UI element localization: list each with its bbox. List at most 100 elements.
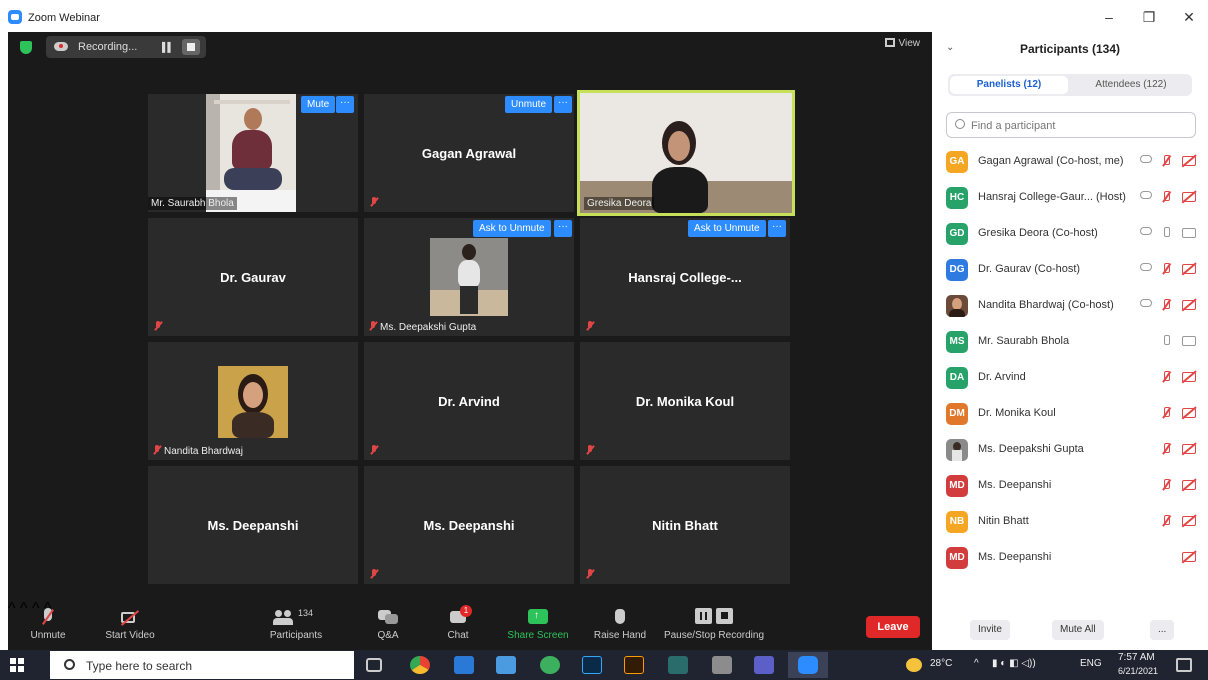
close-window-button[interactable]: ✕: [1174, 6, 1204, 28]
security-shield-icon[interactable]: [20, 41, 32, 54]
pause-recording-icon[interactable]: ▌▌: [162, 42, 174, 52]
taskbar-search-input[interactable]: Type here to search: [50, 651, 354, 679]
video-off-icon[interactable]: [1182, 408, 1196, 418]
video-tile-nitin[interactable]: Nitin Bhatt: [580, 466, 790, 584]
video-off-icon[interactable]: [1182, 480, 1196, 490]
mic-icon[interactable]: [1162, 335, 1170, 348]
participant-row[interactable]: MS Mr. Saurabh Bhola: [932, 324, 1208, 360]
tile-more-button[interactable]: ···: [768, 220, 786, 237]
chat-button[interactable]: 1 Chat: [418, 604, 498, 648]
video-tile-deepakshi[interactable]: Ms. Deepakshi Gupta Ask to Unmute ···: [364, 218, 574, 336]
video-off-icon[interactable]: [1182, 300, 1196, 310]
zoom-taskbar-active[interactable]: [788, 652, 828, 678]
video-tile-deepanshi-2[interactable]: Ms. Deepanshi: [364, 466, 574, 584]
video-off-icon[interactable]: [1182, 552, 1196, 562]
video-tile-gresika-active[interactable]: Gresika Deora: [577, 90, 795, 216]
muted-mic-icon[interactable]: [1162, 479, 1170, 492]
participant-row[interactable]: GA Gagan Agrawal (Co-host, me): [932, 144, 1208, 180]
muted-mic-icon[interactable]: [1162, 515, 1170, 528]
find-participant-input[interactable]: Find a participant: [946, 112, 1196, 138]
unmute-participant-button[interactable]: Unmute: [505, 96, 553, 113]
tray-system-icons[interactable]: ▮ ◐ ◧ ◁)): [992, 658, 1036, 669]
tab-panelists[interactable]: Panelists (12): [950, 76, 1068, 94]
muted-mic-icon[interactable]: [1162, 155, 1170, 168]
video-off-icon[interactable]: [1182, 516, 1196, 526]
start-video-button[interactable]: Start Video: [90, 604, 170, 648]
mute-participant-button[interactable]: Mute: [301, 96, 336, 113]
mute-all-button[interactable]: Mute All: [1052, 620, 1104, 640]
ask-to-unmute-button[interactable]: Ask to Unmute: [688, 220, 766, 237]
restore-button[interactable]: ❐: [1134, 6, 1164, 28]
participants-button[interactable]: 134 Participants: [256, 604, 336, 648]
teams-icon[interactable]: [754, 656, 774, 674]
notifications-icon[interactable]: [1176, 658, 1192, 672]
edge-icon[interactable]: [454, 656, 474, 674]
tile-more-button[interactable]: ···: [554, 96, 572, 113]
participant-row[interactable]: DA Dr. Arvind: [932, 360, 1208, 396]
illustrator-icon[interactable]: [624, 656, 644, 674]
windows-start-icon[interactable]: [10, 658, 24, 672]
participant-row[interactable]: GD Gresika Deora (Co-host): [932, 216, 1208, 252]
participant-row[interactable]: MD Ms. Deepanshi: [932, 540, 1208, 576]
task-view-icon[interactable]: [366, 658, 382, 672]
participant-row[interactable]: Nandita Bhardwaj (Co-host): [932, 288, 1208, 324]
participant-row[interactable]: Ms. Deepakshi Gupta: [932, 432, 1208, 468]
participant-row[interactable]: HC Hansraj College-Gaur... (Host): [932, 180, 1208, 216]
tile-more-button[interactable]: ···: [336, 96, 354, 113]
muted-mic-icon[interactable]: [1162, 263, 1170, 276]
video-tile-gaurav[interactable]: Dr. Gaurav: [148, 218, 358, 336]
app-gray-icon[interactable]: [712, 656, 732, 674]
video-icon[interactable]: [1182, 228, 1196, 238]
muted-mic-icon[interactable]: [1162, 407, 1170, 420]
unmute-button[interactable]: Unmute: [8, 604, 88, 648]
participant-row[interactable]: NB Nitin Bhatt: [932, 504, 1208, 540]
clock-date[interactable]: 6/21/2021: [1118, 666, 1158, 676]
panel-more-button[interactable]: ...: [1150, 620, 1175, 640]
video-icon[interactable]: [1182, 336, 1196, 346]
video-off-icon[interactable]: [1182, 192, 1196, 202]
muted-mic-icon[interactable]: [1162, 299, 1170, 312]
invite-button[interactable]: Invite: [970, 620, 1010, 640]
tile-caption: Nandita Bhardwaj: [150, 444, 246, 458]
muted-mic-icon[interactable]: [1162, 191, 1170, 204]
weather-icon[interactable]: [906, 658, 922, 672]
video-tile-gagan[interactable]: Gagan Agrawal Unmute ···: [364, 94, 574, 212]
video-tile-hansraj[interactable]: Hansraj College-... Ask to Unmute ···: [580, 218, 790, 336]
view-button[interactable]: View: [884, 38, 920, 49]
mic-icon[interactable]: [1162, 227, 1170, 240]
language-indicator[interactable]: ENG: [1080, 658, 1102, 669]
video-off-icon[interactable]: [1182, 372, 1196, 382]
pause-stop-recording-button[interactable]: Pause/Stop Recording: [662, 604, 766, 648]
photoshop-icon[interactable]: [582, 656, 602, 674]
video-tile-nandita[interactable]: Nandita Bhardwaj: [148, 342, 358, 460]
video-tile-monika[interactable]: Dr. Monika Koul: [580, 342, 790, 460]
app-teal-icon[interactable]: [668, 656, 688, 674]
video-off-icon[interactable]: [1182, 264, 1196, 274]
tab-attendees[interactable]: Attendees (122): [1072, 76, 1190, 94]
video-tile-arvind[interactable]: Dr. Arvind: [364, 342, 574, 460]
ask-to-unmute-button[interactable]: Ask to Unmute: [473, 220, 551, 237]
mail-icon[interactable]: [496, 656, 516, 674]
video-tile-deepanshi[interactable]: Ms. Deepanshi: [148, 466, 358, 584]
muted-mic-icon[interactable]: [1162, 443, 1170, 456]
participant-row[interactable]: MD Ms. Deepanshi: [932, 468, 1208, 504]
avatar: HC: [946, 187, 968, 209]
tray-chevron-icon[interactable]: ^: [974, 658, 979, 669]
qa-button[interactable]: Q&A: [348, 604, 428, 648]
minimize-button[interactable]: –: [1094, 6, 1124, 28]
tile-more-button[interactable]: ···: [554, 220, 572, 237]
share-screen-button[interactable]: ↑ Share Screen: [498, 604, 578, 648]
app-green-icon[interactable]: [540, 656, 560, 674]
cloud-icon: [1140, 191, 1152, 199]
stop-recording-button[interactable]: [182, 39, 200, 55]
clock-time[interactable]: 7:57 AM: [1118, 652, 1155, 663]
video-tile-saurabh[interactable]: Mr. Saurabh Bhola Mute ···: [148, 94, 358, 212]
raise-hand-button[interactable]: Raise Hand: [580, 604, 660, 648]
video-off-icon[interactable]: [1182, 156, 1196, 166]
participant-row[interactable]: DM Dr. Monika Koul: [932, 396, 1208, 432]
leave-button[interactable]: Leave: [866, 616, 920, 638]
muted-mic-icon[interactable]: [1162, 371, 1170, 384]
chrome-icon[interactable]: [410, 656, 430, 674]
video-off-icon[interactable]: [1182, 444, 1196, 454]
participant-row[interactable]: DG Dr. Gaurav (Co-host): [932, 252, 1208, 288]
